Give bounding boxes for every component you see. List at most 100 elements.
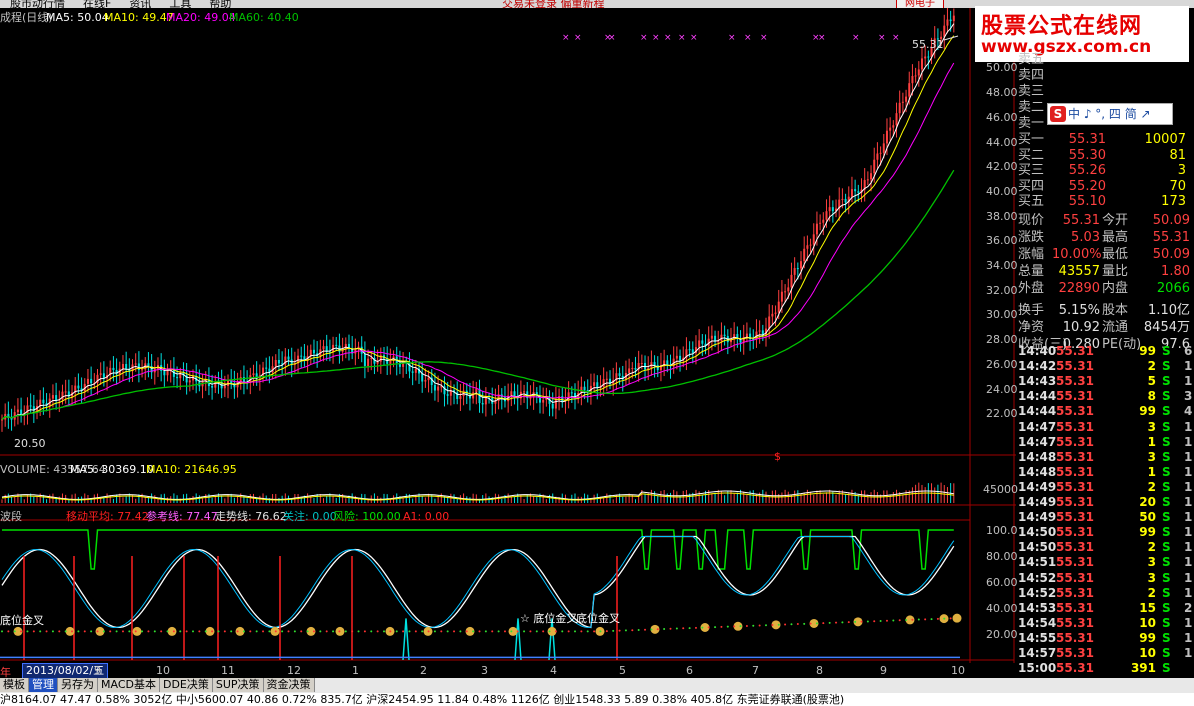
- tab-3[interactable]: MACD基本: [98, 678, 160, 692]
- tick-row[interactable]: 14:47 55.31 1 S 1: [1016, 435, 1194, 450]
- tick-row[interactable]: 14:52 55.31 2 S 1: [1016, 586, 1194, 601]
- tick-count: 1: [1184, 359, 1193, 374]
- money-flow-dot: [491, 630, 494, 633]
- candle-body: [908, 83, 911, 97]
- tick-count: 1: [1184, 585, 1193, 600]
- menu-item[interactable]: 股市动行情: [10, 0, 65, 8]
- stat-value: 10.00%: [1052, 247, 1102, 262]
- candle-body: [914, 75, 917, 77]
- tick-row[interactable]: 14:53 55.31 15 S 2: [1016, 601, 1194, 616]
- candle-body: [701, 340, 704, 344]
- candle-body: [112, 367, 115, 371]
- tick-side: S: [1162, 374, 1171, 389]
- candle-body: [484, 397, 487, 405]
- signal-label: 底位金叉: [576, 612, 620, 625]
- menu-item[interactable]: 帮助: [209, 0, 231, 8]
- buy-row[interactable]: 买一 55.31 10007: [1016, 132, 1188, 148]
- buy-row[interactable]: 买四 55.20 70: [1016, 179, 1188, 195]
- money-flow-dot: [421, 630, 424, 633]
- price-axis-tick: 38.00: [986, 209, 1018, 223]
- buy-label: 买二: [1018, 147, 1045, 163]
- candle-body: [411, 371, 414, 373]
- menu-item[interactable]: 在线F: [83, 0, 111, 8]
- price-axis-tick: 34.00: [986, 259, 1018, 273]
- tick-row[interactable]: 14:50 55.31 99 S 1: [1016, 525, 1194, 540]
- tick-row[interactable]: 14:47 55.31 3 S 1: [1016, 420, 1194, 435]
- candle-body: [163, 371, 166, 376]
- tick-side: S: [1162, 479, 1171, 494]
- tick-row[interactable]: 14:54 55.31 10 S 1: [1016, 616, 1194, 631]
- candle-body: [793, 268, 796, 275]
- tab-6[interactable]: 资金决策: [263, 678, 315, 692]
- ime-toolbar[interactable]: S中 ♪ °, 四 简 ↗: [1047, 103, 1173, 125]
- tick-row[interactable]: 14:44 55.31 99 S 4: [1016, 404, 1194, 419]
- money-flow-dot: [472, 630, 475, 633]
- tick-side: S: [1162, 600, 1171, 615]
- menu-item[interactable]: 工具: [169, 0, 191, 8]
- candle-body: [911, 76, 914, 84]
- tab-1[interactable]: 管理: [29, 678, 58, 692]
- tick-price: 55.31: [1056, 344, 1094, 358]
- tick-price: 55.31: [1056, 661, 1094, 676]
- tick-row[interactable]: 15:00 55.31 391 S: [1016, 661, 1194, 676]
- tick-row[interactable]: 14:51 55.31 3 S 1: [1016, 555, 1194, 570]
- tick-row[interactable]: 14:40 55.31 99 S 6: [1016, 344, 1194, 359]
- candle-body: [698, 340, 701, 348]
- tick-row[interactable]: 14:57 55.31 10 S 1: [1016, 646, 1194, 661]
- tick-time: 15:00: [1018, 661, 1057, 676]
- money-bag-icon: [508, 626, 518, 636]
- moving-avg-label: 移动平均: 77.42: [66, 510, 149, 523]
- price-axis-tick: 46.00: [986, 110, 1018, 124]
- bottom-bar: 模板 管理 另存为 MACD基本 DDE决策 SUP决策 资金决策 沪8164.07 47.…: [0, 678, 1194, 706]
- month-tick: 11: [221, 664, 235, 677]
- signal-x-mark: ×: [678, 33, 686, 43]
- top-button[interactable]: 网电子: [896, 0, 944, 8]
- money-flow-dot: [357, 630, 360, 633]
- tick-row[interactable]: 14:49 55.31 20 S 1: [1016, 495, 1194, 510]
- tab-5[interactable]: SUP决策: [212, 678, 264, 692]
- bottom-tabs[interactable]: 模板 管理 另存为 MACD基本 DDE决策 SUP决策 资金决策: [0, 678, 315, 692]
- tick-row[interactable]: 14:49 55.31 50 S 1: [1016, 510, 1194, 525]
- tick-row[interactable]: 14:48 55.31 3 S 1: [1016, 450, 1194, 465]
- tick-side: S: [1162, 464, 1171, 479]
- ime-controls[interactable]: 中 ♪ °, 四 简 ↗: [1068, 107, 1151, 121]
- stat-key: 现价: [1018, 213, 1045, 228]
- candle-body: [774, 312, 777, 314]
- tab-0[interactable]: 模板: [0, 678, 29, 692]
- candle-body: [618, 373, 621, 376]
- candle-body: [640, 362, 643, 364]
- money-flow-dot: [828, 621, 831, 624]
- tick-side: S: [1162, 359, 1171, 374]
- tab-2[interactable]: 另存为: [58, 678, 98, 692]
- tick-price: 55.31: [1056, 615, 1094, 630]
- tick-count: 1: [1184, 495, 1193, 509]
- candle-body: [265, 367, 268, 369]
- tick-row[interactable]: 14:49 55.31 2 S 1: [1016, 480, 1194, 495]
- tick-row[interactable]: 14:44 55.31 8 S 3: [1016, 389, 1194, 404]
- buy-row[interactable]: 买五 55.10 173: [1016, 194, 1188, 210]
- tick-row[interactable]: 14:50 55.31 2 S 1: [1016, 540, 1194, 555]
- month-tick: 12: [287, 664, 301, 677]
- tick-row[interactable]: 14:55 55.31 99 S 1: [1016, 631, 1194, 646]
- candle-body: [924, 56, 927, 59]
- candle-body: [780, 291, 783, 302]
- chart-area[interactable]: × × ×× × × × × × × × × ×× × × ×: [0, 8, 1016, 663]
- tick-row[interactable]: 14:43 55.31 5 S 1: [1016, 374, 1194, 389]
- money-flow-dot: [179, 630, 182, 633]
- buy-row[interactable]: 买二 55.30 81: [1016, 148, 1188, 164]
- buy-row[interactable]: 买三 55.26 3: [1016, 163, 1188, 179]
- money-flow-dot: [523, 630, 526, 633]
- money-flow-dot: [599, 630, 602, 633]
- money-flow-dot: [306, 630, 309, 633]
- menu-items[interactable]: 股市动行情 在线F 资讯 工具 帮助: [10, 0, 249, 8]
- tick-row[interactable]: 14:52 55.31 3 S 1: [1016, 571, 1194, 586]
- tab-4[interactable]: DDE决策: [159, 678, 213, 692]
- tick-row[interactable]: 14:42 55.31 2 S 1: [1016, 359, 1194, 374]
- candle-body: [427, 377, 430, 381]
- money-flow-dot: [561, 630, 564, 633]
- money-flow-dot: [26, 630, 29, 633]
- tick-row[interactable]: 14:48 55.31 1 S 1: [1016, 465, 1194, 480]
- candle-body: [367, 358, 370, 366]
- buy-price: 55.26: [1068, 163, 1106, 178]
- menu-item[interactable]: 资讯: [129, 0, 151, 8]
